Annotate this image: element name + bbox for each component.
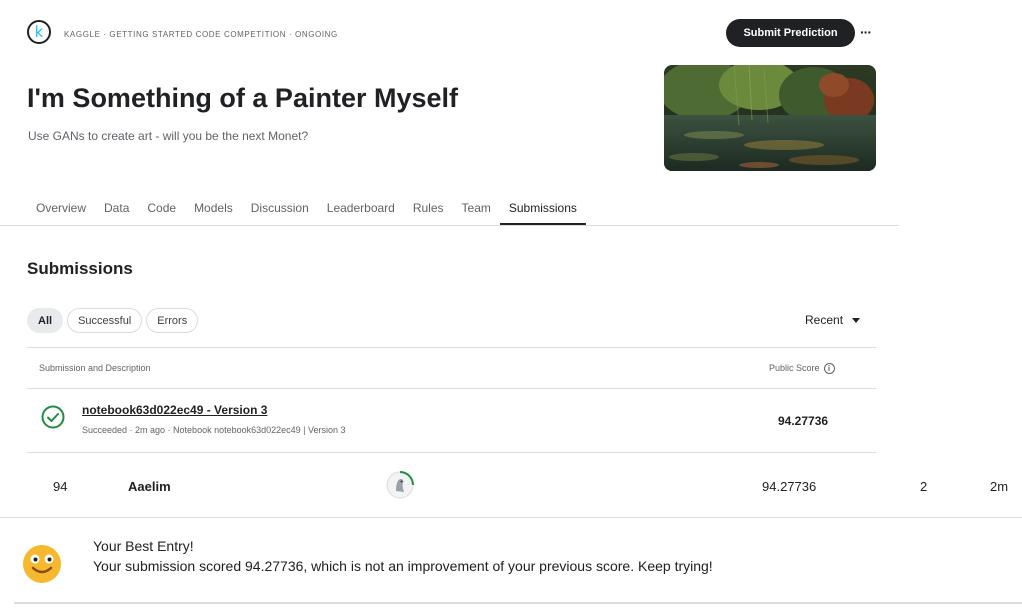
tab-code[interactable]: Code: [138, 199, 185, 225]
column-header-score-label: Public Score: [769, 363, 820, 373]
column-header-description: Submission and Description: [39, 363, 151, 373]
tab-models[interactable]: Models: [185, 199, 242, 225]
submission-meta: Succeeded · 2m ago · Notebook notebook63…: [82, 425, 346, 435]
tabs-divider: [0, 225, 899, 226]
section-title: Submissions: [27, 259, 133, 278]
tab-overview[interactable]: Overview: [27, 199, 95, 225]
table-row: notebook63d022ec49 - Version 3 Succeeded…: [27, 389, 876, 453]
competition-meta: KAGGLE · GETTING STARTED CODE COMPETITIO…: [64, 30, 338, 39]
leaderboard-score: 94.27736: [762, 479, 817, 494]
tab-rules[interactable]: Rules: [404, 199, 453, 225]
toast-message: Your submission scored 94.27736, which i…: [93, 558, 713, 574]
kaggle-logo-icon[interactable]: k: [27, 20, 51, 44]
tab-submissions[interactable]: Submissions: [499, 199, 586, 225]
page-title: I'm Something of a Painter Myself: [27, 83, 458, 113]
filter-errors-chip[interactable]: Errors: [146, 308, 199, 333]
leaderboard-entries: 2: [920, 479, 928, 494]
filter-all-chip[interactable]: All: [27, 308, 64, 333]
smiley-icon: [23, 545, 61, 583]
table-header: Submission and Description Public Score i: [27, 347, 876, 389]
sort-label: Recent: [805, 313, 844, 327]
competition-tabs: Overview Data Code Models Discussion Lea…: [27, 199, 586, 227]
page-subtitle: Use GANs to create art - will you be the…: [28, 129, 309, 143]
tab-data[interactable]: Data: [95, 199, 138, 225]
submit-prediction-button[interactable]: Submit Prediction: [726, 19, 855, 47]
tab-team[interactable]: Team: [453, 199, 500, 225]
leaderboard-last-submission: 2m: [990, 479, 1009, 494]
banner-painting: [664, 65, 876, 171]
best-entry-toast: Your Best Entry! Your submission scored …: [14, 519, 1022, 604]
filter-successful-chip[interactable]: Successful: [67, 308, 143, 333]
tab-discussion[interactable]: Discussion: [242, 199, 318, 225]
toast-title: Your Best Entry!: [93, 538, 194, 554]
sort-dropdown[interactable]: Recent: [805, 313, 861, 327]
info-icon[interactable]: i: [823, 363, 835, 375]
competition-banner-image: [664, 65, 876, 171]
submission-name-link[interactable]: notebook63d022ec49 - Version 3: [82, 403, 267, 417]
submission-score: 94.27736: [778, 414, 829, 428]
leaderboard-rank: 94: [53, 479, 68, 494]
caret-down-icon: [852, 317, 861, 323]
filter-chips: All Successful Errors: [27, 308, 199, 333]
check-circle-icon: [41, 405, 65, 429]
column-header-score: Public Score i: [769, 363, 835, 375]
submissions-table: Submission and Description Public Score i…: [27, 347, 876, 453]
tab-leaderboard[interactable]: Leaderboard: [318, 199, 404, 225]
leaderboard-row: 94 Aaelim 94.27736 2 2m: [0, 455, 1022, 518]
leaderboard-team-name[interactable]: Aaelim: [128, 479, 171, 494]
more-options-icon[interactable]: ···: [860, 24, 872, 40]
user-avatar-icon[interactable]: [384, 469, 416, 501]
